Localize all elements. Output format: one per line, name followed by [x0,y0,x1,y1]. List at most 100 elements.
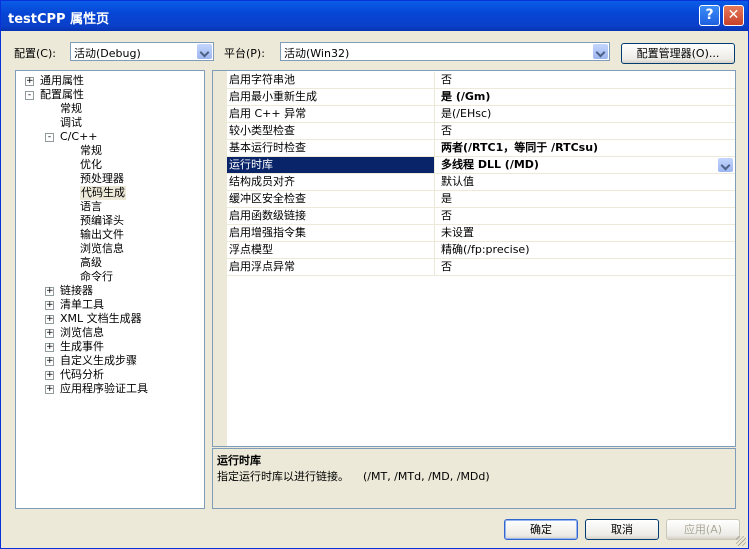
description-title: 运行时库 [217,454,261,467]
expander-glyph: + [46,300,54,310]
property-row[interactable]: 基本运行时检查 两者(/RTC1，等同于 /RTCsu) [227,140,735,157]
expand-icon[interactable]: + [25,77,34,86]
property-row[interactable]: 浮点模型 精确(/fp:precise) [227,242,735,259]
cancel-button[interactable]: 取消 [585,519,659,540]
property-value[interactable]: 默认值 [438,174,735,190]
property-name: 启用函数级链接 [227,208,435,224]
property-value[interactable]: 否 [438,123,735,139]
collapse-icon[interactable]: - [25,91,34,100]
tree-item[interactable]: 预编译头 [80,214,124,228]
tree-item[interactable]: 代码分析 [60,368,104,382]
expand-icon[interactable]: + [45,301,54,310]
config-select[interactable]: 活动(Debug) [70,42,214,61]
expand-icon[interactable]: + [45,343,54,352]
property-row[interactable]: 启用函数级链接否 [227,208,735,225]
property-name: 缓冲区安全检查 [227,191,435,207]
property-pages-window: testCPP 属性页 ? ✕ 配置(C): 活动(Debug) 平台(P): … [0,0,749,549]
grid-gutter [213,71,227,446]
property-name: 结构成员对齐 [227,174,435,190]
expander-glyph: + [46,356,54,366]
tree-item[interactable]: 常规 [60,102,82,116]
tree-item[interactable]: 调试 [60,116,82,130]
property-name: 浮点模型 [227,242,435,258]
apply-button[interactable]: 应用(A) [666,519,740,540]
chevron-down-icon[interactable] [593,44,608,59]
property-row[interactable]: 启用增强指令集 未设置 [227,225,735,242]
property-tree[interactable]: + 通用属性 - 配置属性 常规 调试 - C/C++ 常规 优化 预处理器 代码生成 语言 预编译头 输出… [15,70,205,509]
expand-icon[interactable]: + [45,371,54,380]
expand-icon[interactable]: + [45,315,54,324]
tree-item[interactable]: 自定义生成步骤 [60,354,137,368]
property-value[interactable]: 否 [438,72,735,88]
property-row[interactable]: 结构成员对齐 默认值 [227,174,735,191]
tree-item[interactable]: 高级 [80,256,102,270]
property-value[interactable]: 是 (/Gm) [438,89,735,105]
property-name: 启用字符串池 [227,72,435,88]
tree-item[interactable]: 常规 [80,144,102,158]
title-bar[interactable]: testCPP 属性页 ? ✕ [1,1,748,31]
tree-item[interactable]: 命令行 [80,270,113,284]
description-panel: 运行时库 指定运行时库以进行链接。 (/MT, /MTd, /MD, /MDd) [212,448,736,509]
property-value[interactable]: 两者(/RTC1，等同于 /RTCsu) [438,140,735,156]
tree-item[interactable]: 浏览信息 [80,242,124,256]
platform-select-value: 活动(Win32) [284,47,350,60]
expander-glyph: + [46,328,54,338]
property-name: 启用 C++ 异常 [227,106,435,122]
expander-glyph: - [27,90,32,100]
tree-item[interactable]: 语言 [80,200,102,214]
expander-glyph: + [46,286,54,296]
expander-glyph: - [47,132,52,142]
property-name: 启用增强指令集 [227,225,435,241]
property-row[interactable]: 启用浮点异常否 [227,259,735,276]
collapse-icon[interactable]: - [45,133,54,142]
expand-icon[interactable]: + [45,357,54,366]
chevron-down-icon[interactable] [718,158,733,172]
platform-select[interactable]: 活动(Win32) [280,42,610,61]
tree-item[interactable]: 输出文件 [80,228,124,242]
property-value[interactable]: 多线程 DLL (/MD) [438,157,735,173]
property-value[interactable]: 否 [438,259,735,275]
tree-item[interactable]: C/C++ [60,130,98,144]
property-row[interactable]: 运行时库 多线程 DLL (/MD) [227,157,735,174]
description-text: 指定运行时库以进行链接。 (/MT, /MTd, /MD, /MDd) [217,470,490,483]
tree-item[interactable]: 通用属性 [40,74,84,88]
expand-icon[interactable]: + [45,385,54,394]
tree-item[interactable]: XML 文档生成器 [60,312,142,326]
property-row[interactable]: 启用 C++ 异常 是(/EHsc) [227,106,735,123]
tree-item[interactable]: 清单工具 [60,298,104,312]
expander-glyph: + [46,314,54,324]
property-row[interactable]: 缓冲区安全检查是 [227,191,735,208]
tree-item[interactable]: 浏览信息 [60,326,104,340]
tree-item[interactable]: 链接器 [60,284,93,298]
property-name: 启用最小重新生成 [227,89,435,105]
expander-glyph: + [46,384,54,394]
close-button[interactable]: ✕ [723,5,744,26]
config-manager-button[interactable]: 配置管理器(O)... [621,43,735,64]
property-name: 启用浮点异常 [227,259,435,275]
property-value[interactable]: 精确(/fp:precise) [438,242,735,258]
config-select-value: 活动(Debug) [74,47,141,60]
property-row[interactable]: 启用最小重新生成是 (/Gm) [227,89,735,106]
expand-icon[interactable]: + [45,329,54,338]
platform-label: 平台(P): [224,47,265,60]
resize-grip-icon[interactable] [736,536,746,546]
tree-item[interactable]: 配置属性 [40,88,84,102]
tree-item[interactable]: 应用程序验证工具 [60,382,148,396]
chevron-down-icon[interactable] [197,44,212,59]
property-value[interactable]: 否 [438,208,735,224]
property-grid[interactable]: 启用字符串池否启用最小重新生成是 (/Gm) 启用 C++ 异常 是(/EHsc) 较… [212,70,736,447]
help-button[interactable]: ? [699,5,720,26]
ok-button[interactable]: 确定 [504,519,578,540]
window-title: testCPP 属性页 [8,12,110,27]
property-row[interactable]: 启用字符串池否 [227,72,735,89]
tree-item[interactable]: 预处理器 [80,172,124,186]
expand-icon[interactable]: + [45,287,54,296]
expander-glyph: + [46,370,54,380]
tree-item[interactable]: 代码生成 [80,186,126,200]
property-row[interactable]: 较小类型检查否 [227,123,735,140]
property-value[interactable]: 未设置 [438,225,735,241]
property-value[interactable]: 是(/EHsc) [438,106,735,122]
property-value[interactable]: 是 [438,191,735,207]
tree-item[interactable]: 生成事件 [60,340,104,354]
tree-item[interactable]: 优化 [80,158,102,172]
